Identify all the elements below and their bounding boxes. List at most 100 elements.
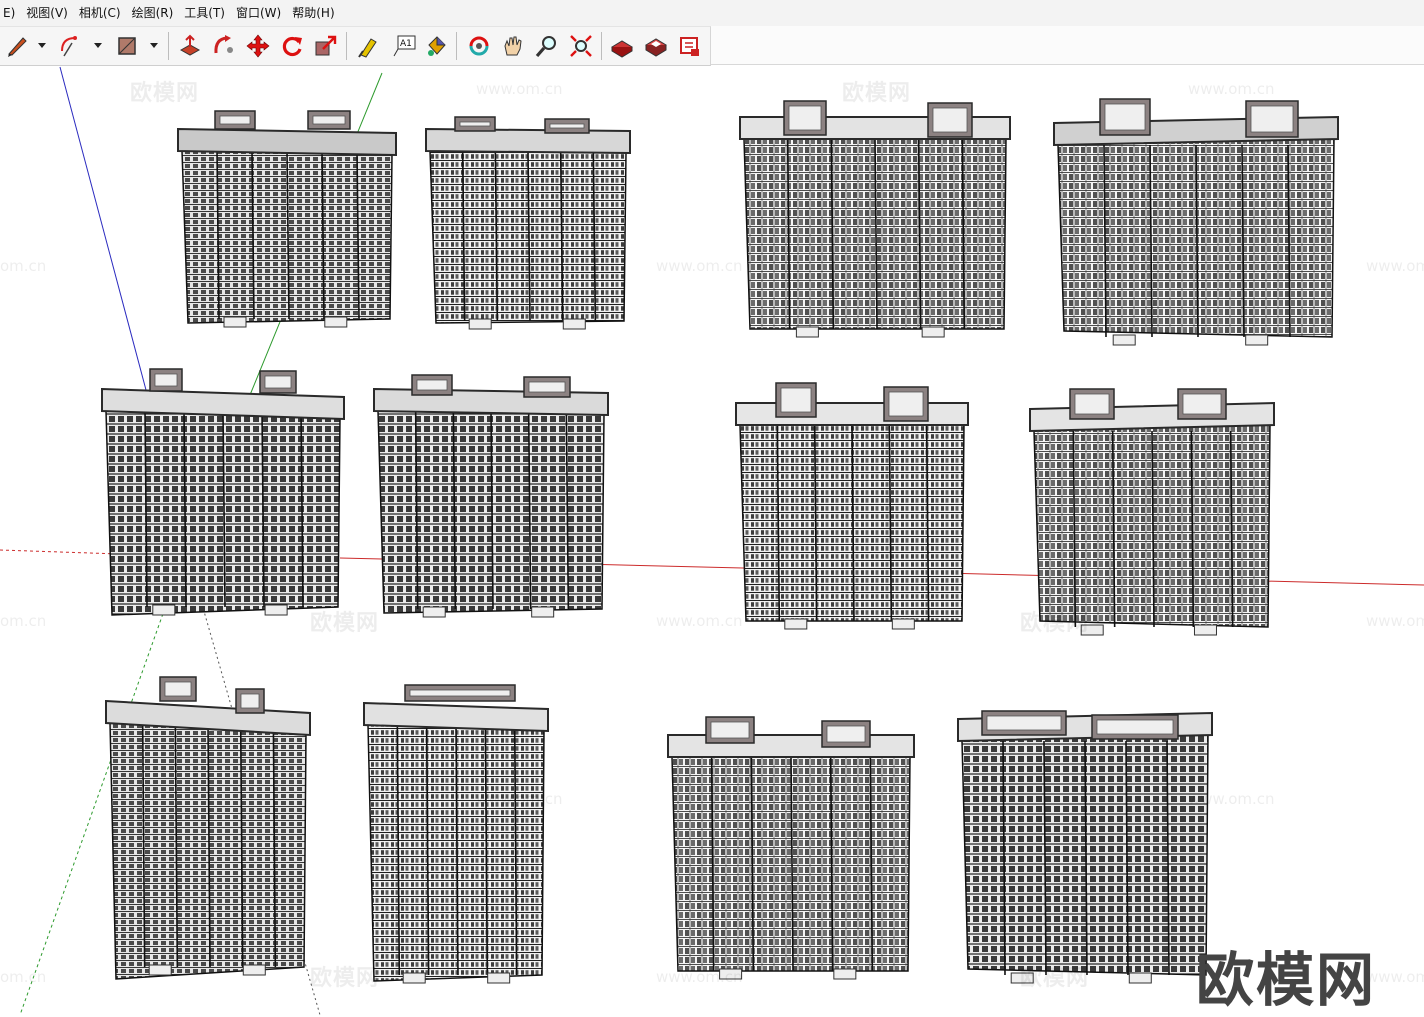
entrance-canopy	[148, 964, 172, 976]
menu-view[interactable]: 视图(V)	[17, 0, 76, 26]
model-viewport[interactable]: 欧模网 欧模网 欧模网 欧模网 欧模网 欧模网 www.om.cn www.om.cn www.…	[0, 65, 1424, 1015]
watermark-url: www.om.cn	[476, 80, 563, 98]
entrance-canopy	[891, 618, 915, 630]
building-roof	[1029, 401, 1275, 433]
building-model[interactable]	[425, 116, 631, 330]
entrance-canopy	[833, 968, 857, 980]
watermark-url: www.om.cn	[1366, 612, 1424, 630]
watermark-url: www.om.cn	[1188, 790, 1275, 808]
roof-crown-inner	[164, 681, 192, 697]
building-model[interactable]	[735, 382, 969, 630]
roof-crown-inner	[780, 387, 812, 413]
entrance-canopy	[223, 316, 247, 328]
watermark-url-partial: om.cn	[0, 257, 47, 275]
toolbar-separator	[346, 32, 347, 60]
watermark-cn: 欧模网	[842, 81, 912, 106]
building-model[interactable]	[1053, 98, 1339, 346]
roof-crown-inner	[888, 391, 924, 417]
building-model[interactable]	[739, 100, 1011, 338]
toolbar-separator	[456, 32, 457, 60]
building-model[interactable]	[105, 676, 311, 980]
roof-crown-inner	[1074, 393, 1110, 415]
pan-icon[interactable]	[498, 31, 528, 61]
entrance-canopy	[324, 316, 348, 328]
share-model-icon[interactable]	[675, 31, 705, 61]
arc-icon[interactable]	[56, 31, 86, 61]
building-model[interactable]	[363, 684, 549, 984]
entrance-canopy	[402, 972, 426, 984]
roof-crown-inner	[986, 715, 1062, 731]
roof-crown-inner	[1096, 719, 1174, 735]
scale-icon[interactable]	[311, 31, 341, 61]
rotate-icon[interactable]	[277, 31, 307, 61]
watermark-cn: 欧模网	[310, 966, 380, 991]
entrance-canopy	[242, 964, 266, 976]
watermark-cn: 欧模网	[130, 81, 200, 106]
entrance-canopy	[264, 604, 288, 616]
building-roof	[177, 127, 397, 157]
roof-crown-inner	[710, 721, 750, 739]
menu-help[interactable]: 帮助(H)	[283, 0, 342, 26]
pencil-dropdown-icon[interactable]	[36, 39, 48, 51]
scene-canvas[interactable]	[0, 65, 1424, 1015]
roof-crown-inner	[409, 689, 511, 697]
building-model[interactable]	[957, 710, 1213, 984]
roof-crown-inner	[416, 379, 448, 391]
watermark-url: www.om.cn	[656, 612, 743, 630]
watermark-url: www.om.cn	[1188, 80, 1275, 98]
roof-crown-inner	[154, 373, 178, 387]
blue-axis-line	[59, 66, 151, 406]
watermark-cn: 欧模网	[1020, 611, 1090, 636]
building-model[interactable]	[373, 374, 609, 618]
zoom-extents-icon[interactable]	[566, 31, 596, 61]
building-roof	[373, 387, 609, 417]
entrance-canopy	[795, 326, 819, 338]
entrance-canopy	[422, 606, 446, 618]
menu-draw[interactable]: 绘图(R)	[123, 0, 182, 26]
menu-window[interactable]: 窗口(W)	[227, 0, 289, 26]
brand-logo-text: 欧模网	[1195, 945, 1377, 1015]
entrance-canopy	[1193, 624, 1217, 636]
arc-dropdown-icon[interactable]	[92, 39, 104, 51]
entrance-canopy	[487, 972, 511, 984]
building-roof	[363, 701, 549, 733]
tape-measure-icon[interactable]	[353, 31, 383, 61]
watermark-url: www.om.cn	[656, 968, 743, 986]
paint-bucket-icon[interactable]	[421, 31, 451, 61]
building-model[interactable]	[177, 110, 397, 328]
rectangle-icon[interactable]	[112, 31, 142, 61]
watermark-url: www.om.cn	[1366, 257, 1424, 275]
warehouse-icon[interactable]	[607, 31, 637, 61]
entrance-canopy	[921, 326, 945, 338]
roof-crown-inner	[549, 123, 585, 129]
building-model[interactable]	[1029, 388, 1275, 636]
entrance-canopy	[1128, 972, 1152, 984]
watermark-cn: 欧模网	[310, 611, 380, 636]
building-models[interactable]	[101, 98, 1339, 984]
menu-camera[interactable]: 相机(C)	[70, 0, 129, 26]
follow-me-icon[interactable]	[209, 31, 239, 61]
components-icon[interactable]	[641, 31, 671, 61]
text-icon[interactable]: A1	[389, 31, 419, 61]
roof-crown-inner	[826, 725, 866, 743]
watermark-url-partial: om.cn	[0, 968, 47, 986]
entrance-canopy	[531, 606, 555, 618]
move-icon[interactable]	[243, 31, 273, 61]
pencil-icon[interactable]	[2, 31, 32, 61]
roof-crown-inner	[1250, 105, 1294, 133]
building-model[interactable]	[667, 716, 915, 980]
rectangle-dropdown-icon[interactable]	[148, 39, 160, 51]
entrance-canopy	[468, 318, 492, 330]
roof-crown-inner	[1104, 103, 1146, 131]
roof-crown-inner	[932, 107, 968, 133]
watermark-url-partial: om.cn	[0, 612, 47, 630]
toolbar-empty-area	[711, 26, 1424, 65]
entrance-canopy	[784, 618, 808, 630]
orbit-icon[interactable]	[464, 31, 494, 61]
push-pull-icon[interactable]	[175, 31, 205, 61]
building-model[interactable]	[101, 368, 345, 616]
roof-crown-inner	[528, 381, 566, 393]
zoom-icon[interactable]	[532, 31, 562, 61]
roof-crown-inner	[264, 375, 292, 389]
menu-tools[interactable]: 工具(T)	[175, 0, 233, 26]
